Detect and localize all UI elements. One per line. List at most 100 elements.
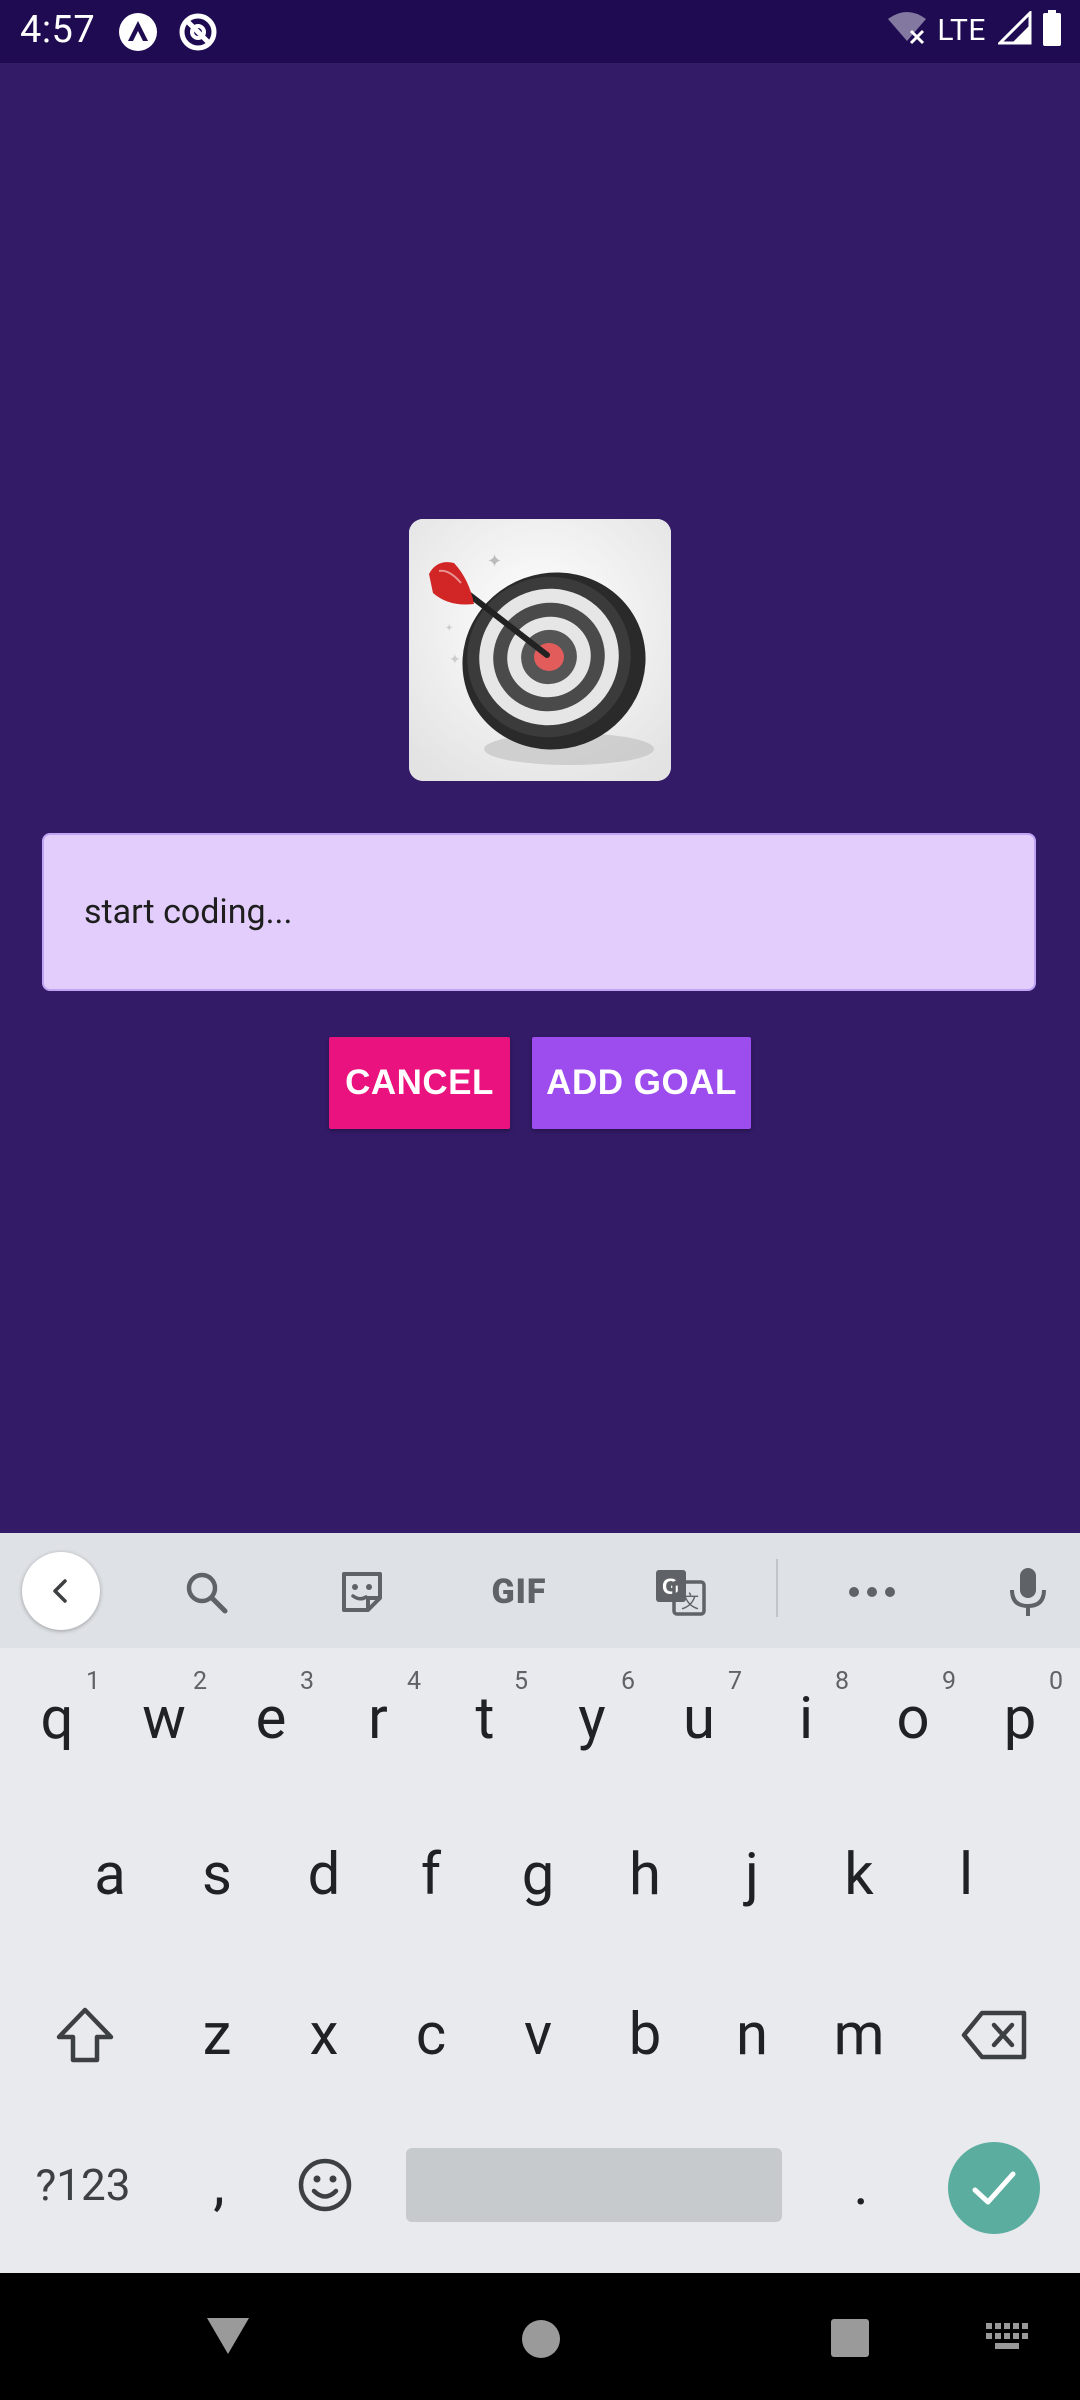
key-w[interactable]: w2 <box>115 1659 213 1779</box>
svg-text:✦: ✦ <box>445 623 453 634</box>
key-m[interactable]: m <box>810 1975 908 2095</box>
key-label: v <box>523 2001 553 2069</box>
back-triangle-icon[interactable] <box>205 2316 251 2360</box>
key-hint: 4 <box>406 1667 421 1696</box>
key-hint: 0 <box>1048 1667 1063 1696</box>
signal-icon <box>996 9 1032 49</box>
key-label: z <box>202 2001 232 2069</box>
key-d[interactable]: d <box>275 1815 373 1935</box>
key-t[interactable]: t5 <box>436 1659 534 1779</box>
keyboard-toolbar: GIF G文 <box>0 1533 1080 1648</box>
key-q[interactable]: q1 <box>8 1659 106 1779</box>
key-label: k <box>844 1841 874 1909</box>
key-label: r <box>368 1685 388 1753</box>
search-icon[interactable] <box>180 1566 232 1618</box>
key-hint: 1 <box>85 1667 100 1696</box>
key-l[interactable]: l <box>917 1815 1015 1935</box>
toolbar-divider <box>776 1559 778 1617</box>
battery-icon <box>1042 10 1062 50</box>
key-label: m <box>833 2001 885 2069</box>
key-v[interactable]: v <box>489 1975 587 2095</box>
key-b[interactable]: b <box>596 1975 694 2095</box>
key-hint: 2 <box>192 1667 207 1696</box>
key-c[interactable]: c <box>382 1975 480 2095</box>
key-label: . <box>853 2151 869 2219</box>
svg-text:✦: ✦ <box>487 551 502 572</box>
shift-icon[interactable] <box>40 1975 130 2095</box>
key-o[interactable]: o9 <box>864 1659 962 1779</box>
key-hint: 8 <box>834 1667 849 1696</box>
key-n[interactable]: n <box>703 1975 801 2095</box>
cancel-button[interactable]: CANCEL <box>329 1037 510 1129</box>
more-icon[interactable] <box>846 1566 898 1618</box>
symbols-key-label: ?123 <box>35 2159 131 2211</box>
key-label: f <box>420 1841 442 1909</box>
mic-icon[interactable] <box>1002 1566 1054 1618</box>
key-label: q <box>40 1685 74 1753</box>
status-bar: 4:57 LTE <box>0 0 1080 63</box>
goal-input[interactable]: start coding... <box>42 833 1036 991</box>
key-y[interactable]: y6 <box>543 1659 641 1779</box>
recents-square-icon[interactable] <box>831 2319 869 2361</box>
svg-text:文: 文 <box>681 1592 699 1612</box>
key-label: b <box>628 2001 662 2069</box>
wifi-off-icon <box>887 11 927 49</box>
key-h[interactable]: h <box>596 1815 694 1935</box>
key-label: o <box>896 1685 930 1753</box>
gif-label: GIF <box>491 1572 547 1612</box>
translate-icon[interactable]: G文 <box>654 1566 706 1618</box>
key-label: h <box>629 1841 661 1909</box>
symbols-key[interactable]: ?123 <box>18 2130 148 2240</box>
key-label: d <box>307 1841 341 1909</box>
navigation-bar <box>0 2273 1080 2400</box>
key-z[interactable]: z <box>168 1975 266 2095</box>
key-a[interactable]: a <box>61 1815 159 1935</box>
app-content <box>0 63 1080 1533</box>
key-u[interactable]: u7 <box>650 1659 748 1779</box>
home-circle-icon[interactable] <box>521 2319 561 2363</box>
key-hint: 9 <box>941 1667 956 1696</box>
key-r[interactable]: r4 <box>329 1659 427 1779</box>
key-label: , <box>213 2151 225 2219</box>
key-e[interactable]: e3 <box>222 1659 320 1779</box>
key-label: a <box>94 1841 126 1909</box>
spacebar[interactable] <box>406 2148 782 2222</box>
key-label: u <box>683 1685 715 1753</box>
key-label: p <box>1003 1685 1037 1753</box>
key-s[interactable]: s <box>168 1815 266 1935</box>
chevron-left-icon[interactable] <box>22 1552 100 1630</box>
key-comma[interactable]: , <box>170 2125 268 2245</box>
app-blocked-icon <box>178 12 218 52</box>
key-hint: 5 <box>513 1667 528 1696</box>
key-label: i <box>798 1685 814 1753</box>
key-j[interactable]: j <box>703 1815 801 1935</box>
key-x[interactable]: x <box>275 1975 373 2095</box>
key-label: n <box>735 2001 769 2069</box>
key-label: e <box>255 1685 287 1753</box>
emoji-icon[interactable] <box>280 2130 370 2240</box>
status-time: 4:57 <box>20 8 96 52</box>
key-period[interactable]: . <box>812 2125 910 2245</box>
key-label: t <box>475 1685 495 1753</box>
key-label: y <box>578 1685 606 1753</box>
dart-target-icon: ✦ ✦ ✦ <box>409 519 671 781</box>
key-hint: 7 <box>727 1667 742 1696</box>
gif-button[interactable]: GIF <box>483 1566 555 1618</box>
key-hint: 6 <box>620 1667 635 1696</box>
check-icon[interactable] <box>948 2142 1040 2234</box>
network-type: LTE <box>937 12 986 48</box>
add-goal-button[interactable]: ADD GOAL <box>532 1037 751 1129</box>
key-k[interactable]: k <box>810 1815 908 1935</box>
app-a-icon <box>118 12 158 52</box>
key-label: w <box>142 1685 186 1753</box>
sticker-icon[interactable] <box>336 1566 388 1618</box>
key-f[interactable]: f <box>382 1815 480 1935</box>
key-p[interactable]: p0 <box>971 1659 1069 1779</box>
key-i[interactable]: i8 <box>757 1659 855 1779</box>
backspace-icon[interactable] <box>950 1975 1040 2095</box>
key-g[interactable]: g <box>489 1815 587 1935</box>
svg-text:G: G <box>662 1574 679 1599</box>
key-label: j <box>745 1841 759 1909</box>
key-label: g <box>521 1841 555 1909</box>
keyboard-switch-icon[interactable] <box>986 2323 1030 2357</box>
